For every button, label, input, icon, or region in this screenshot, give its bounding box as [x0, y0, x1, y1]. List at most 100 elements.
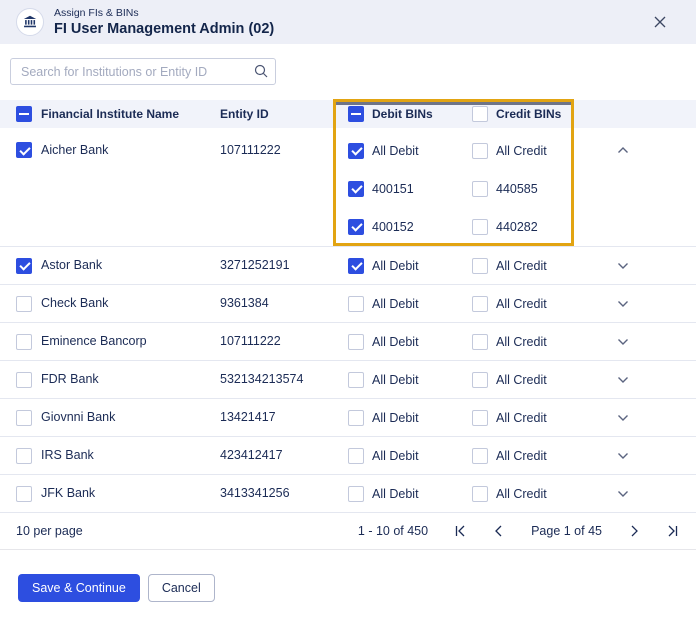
expand-row-button[interactable]: [617, 262, 629, 270]
debit-bins-cell: All Debit: [348, 409, 472, 426]
debit-bin-checkbox[interactable]: [348, 447, 364, 464]
entity-id: 107111222: [220, 143, 281, 157]
collapse-row-button[interactable]: [617, 146, 629, 154]
credit-bin-label: All Credit: [496, 143, 547, 158]
debit-bin-label: All Debit: [372, 296, 419, 311]
entity-id: 13421417: [220, 410, 276, 424]
first-page-icon: [455, 525, 465, 537]
select-all-credit-checkbox[interactable]: [472, 106, 488, 122]
expand-row-button[interactable]: [617, 376, 629, 384]
previous-page-button[interactable]: [492, 524, 506, 538]
debit-bin-checkbox[interactable]: [348, 409, 364, 426]
table-row: IRS Bank 423412417 All Debit All Credit: [0, 437, 696, 475]
next-page-button[interactable]: [627, 524, 641, 538]
debit-bin-label: All Debit: [372, 143, 419, 158]
institute-name: FDR Bank: [41, 372, 99, 386]
column-header-name: Financial Institute Name: [41, 106, 180, 121]
credit-bin-checkbox[interactable]: [472, 485, 488, 502]
credit-bin-checkbox[interactable]: [472, 180, 488, 197]
credit-bins-cell: All Credit: [472, 295, 617, 312]
close-button[interactable]: [650, 12, 670, 32]
table-row: Astor Bank 3271252191 All Debit All Cred…: [0, 247, 696, 285]
first-page-button[interactable]: [453, 524, 467, 538]
table-row: Check Bank 9361384 All Debit All Credit: [0, 285, 696, 323]
debit-bin-label: All Debit: [372, 486, 419, 501]
credit-bin-label: All Credit: [496, 372, 547, 387]
debit-bin-label: All Debit: [372, 258, 419, 273]
credit-bins-cell: All Credit: [472, 485, 617, 502]
row-select-checkbox[interactable]: [16, 142, 32, 158]
institute-name: Eminence Bancorp: [41, 334, 147, 348]
chevron-down-icon: [618, 376, 628, 383]
search-section: [0, 44, 696, 100]
table-row: Giovnni Bank 13421417 All Debit All Cred…: [0, 399, 696, 437]
expand-row-button[interactable]: [617, 490, 629, 498]
credit-bins-cell: All Credit: [472, 409, 617, 426]
institute-name: Check Bank: [41, 296, 109, 310]
debit-bins-cell: All Debit: [348, 333, 472, 350]
expand-row-button[interactable]: [617, 452, 629, 460]
select-all-checkbox[interactable]: [16, 106, 32, 122]
institute-name: IRS Bank: [41, 448, 94, 462]
modal-titles: Assign FIs & BINs FI User Management Adm…: [54, 7, 274, 37]
debit-bin-checkbox[interactable]: [348, 371, 364, 388]
search-magnifier-icon[interactable]: [254, 64, 268, 83]
credit-bin-checkbox[interactable]: [472, 295, 488, 312]
expand-row-button[interactable]: [617, 300, 629, 308]
credit-bin-checkbox[interactable]: [472, 409, 488, 426]
select-all-debit-checkbox[interactable]: [348, 106, 364, 122]
last-page-button[interactable]: [666, 524, 680, 538]
expand-row-button[interactable]: [617, 338, 629, 346]
entity-id: 532134213574: [220, 372, 304, 386]
row-select-checkbox[interactable]: [16, 485, 32, 502]
row-select-checkbox[interactable]: [16, 409, 32, 426]
entity-id: 9361384: [220, 296, 269, 310]
debit-bins-cell: All Debit: [348, 295, 472, 312]
debit-bin-checkbox[interactable]: [348, 295, 364, 312]
pagination-page-label: Page 1 of 45: [531, 524, 602, 538]
row-select-checkbox[interactable]: [16, 333, 32, 350]
debit-bin-checkbox[interactable]: [348, 218, 364, 235]
per-page-select[interactable]: 10 per page: [16, 524, 83, 538]
row-select-checkbox[interactable]: [16, 295, 32, 312]
pagination-range: 1 - 10 of 450: [357, 524, 429, 538]
debit-bin-checkbox[interactable]: [348, 257, 364, 274]
debit-bin-checkbox[interactable]: [348, 333, 364, 350]
credit-bin-checkbox[interactable]: [472, 371, 488, 388]
credit-bin-checkbox[interactable]: [472, 447, 488, 464]
row-select-checkbox[interactable]: [16, 371, 32, 388]
credit-bin-label: All Credit: [496, 296, 547, 311]
credit-bin-checkbox[interactable]: [472, 142, 488, 159]
chevron-up-icon: [618, 147, 628, 153]
chevron-down-icon: [618, 338, 628, 345]
debit-bin-checkbox[interactable]: [348, 180, 364, 197]
chevron-down-icon: [618, 262, 628, 269]
debit-bin-label: 400151: [372, 181, 414, 196]
row-select-checkbox[interactable]: [16, 447, 32, 464]
cancel-button[interactable]: Cancel: [147, 574, 215, 602]
table-row: Eminence Bancorp 107111222 All Debit All…: [0, 323, 696, 361]
chevron-down-icon: [618, 414, 628, 421]
table-row: JFK Bank 3413341256 All Debit All Credit: [0, 475, 696, 513]
pagination-bar: 10 per page 1 - 10 of 450 Page 1 of 45: [0, 513, 696, 549]
credit-bins-cell: All Credit: [472, 257, 617, 274]
chevron-down-icon: [618, 300, 628, 307]
save-continue-button[interactable]: Save & Continue: [18, 574, 140, 602]
search-input[interactable]: [10, 58, 276, 85]
debit-bin-checkbox[interactable]: [348, 142, 364, 159]
debit-bin-checkbox[interactable]: [348, 485, 364, 502]
modal-footer: Save & Continue Cancel: [0, 550, 696, 602]
credit-bin-label: All Credit: [496, 334, 547, 349]
row-select-checkbox[interactable]: [16, 257, 32, 274]
credit-bin-checkbox[interactable]: [472, 333, 488, 350]
debit-bins-cell: All Debit: [348, 257, 472, 274]
entity-id: 107111222: [220, 334, 281, 348]
chevron-down-icon: [618, 490, 628, 497]
bank-institution-icon: [16, 8, 44, 36]
credit-bin-checkbox[interactable]: [472, 257, 488, 274]
credit-bin-checkbox[interactable]: [472, 218, 488, 235]
table-row: Aicher Bank 107111222 All Debit 400151 4…: [0, 128, 696, 247]
expand-row-button[interactable]: [617, 414, 629, 422]
debit-bin-label: All Debit: [372, 334, 419, 349]
modal-header: Assign FIs & BINs FI User Management Adm…: [0, 0, 696, 44]
